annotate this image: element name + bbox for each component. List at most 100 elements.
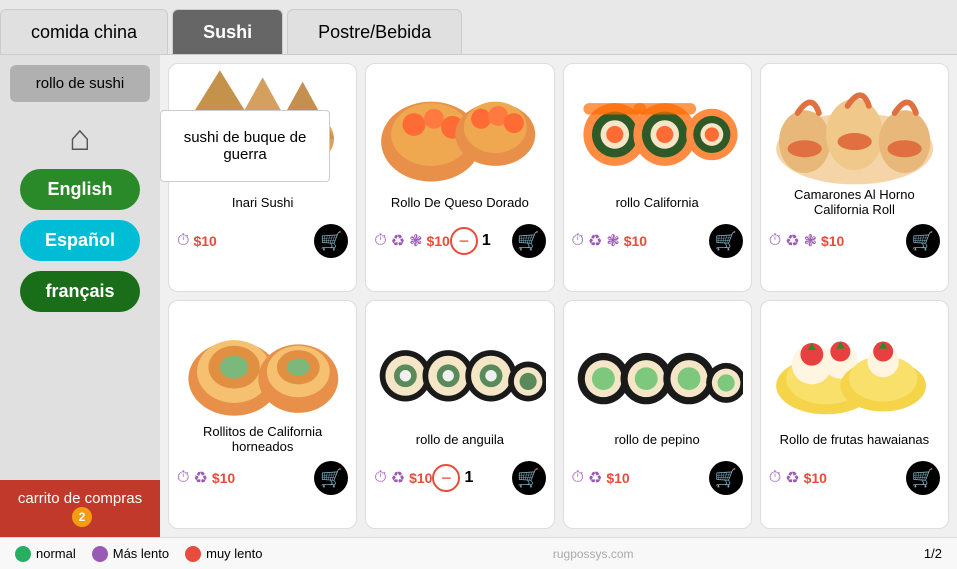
qty-control-anguila: − 1 bbox=[432, 464, 473, 492]
food-icons-anguila: ⏱ ♻ $10 bbox=[374, 468, 432, 488]
food-name-pepino: rollo de pepino bbox=[614, 423, 699, 455]
flower-icon-2: ❃ bbox=[409, 231, 422, 251]
speed-label-normal: normal bbox=[36, 546, 76, 561]
food-name-anguila: rollo de anguila bbox=[416, 423, 504, 455]
food-controls-queso: ⏱ ♻ ❃ $10 − 1 🛒 bbox=[374, 224, 545, 258]
add-to-cart-queso[interactable]: 🛒 bbox=[512, 224, 546, 258]
add-to-cart-california[interactable]: 🛒 bbox=[709, 224, 743, 258]
cart-button[interactable]: carrito de compras 2 bbox=[0, 480, 160, 537]
food-name-frutas: Rollo de frutas hawaianas bbox=[780, 423, 930, 455]
flower-icon-4: ❃ bbox=[804, 231, 817, 251]
food-name-california: rollo California bbox=[616, 186, 699, 218]
food-image-frutas bbox=[769, 309, 940, 419]
price-frutas: $10 bbox=[804, 470, 827, 486]
food-icons-queso: ⏱ ♻ ❃ $10 bbox=[374, 231, 450, 251]
food-controls-california: ⏱ ♻ ❃ $10 🛒 bbox=[572, 224, 743, 258]
subcategory-rollo-sushi[interactable]: rollo de sushi bbox=[10, 65, 150, 102]
add-to-cart-inari[interactable]: 🛒 bbox=[314, 224, 348, 258]
qty-minus-queso[interactable]: − bbox=[450, 227, 478, 255]
price-anguila: $10 bbox=[409, 470, 432, 486]
food-icons-rollitos: ⏱ ♻ $10 bbox=[177, 468, 235, 488]
recycle-icon-6: ♻ bbox=[391, 468, 405, 488]
dropdown-item-buque[interactable]: sushi de buque de guerra bbox=[161, 119, 329, 173]
recycle-icon-8: ♻ bbox=[785, 468, 799, 488]
food-image-queso bbox=[374, 72, 545, 182]
lang-espanol-button[interactable]: Español bbox=[20, 220, 140, 261]
clock-icon-2: ⏱ bbox=[374, 232, 386, 250]
food-image-anguila bbox=[374, 309, 545, 419]
food-card-frutas: Rollo de frutas hawaianas ⏱ ♻ $10 🛒 bbox=[760, 300, 949, 529]
speed-dot-normal bbox=[15, 546, 31, 562]
qty-num-queso: 1 bbox=[482, 232, 491, 250]
speed-dot-mas-lento bbox=[92, 546, 108, 562]
tab-comida-china[interactable]: comida china bbox=[0, 9, 168, 54]
food-controls-anguila: ⏱ ♻ $10 − 1 🛒 bbox=[374, 461, 545, 495]
food-controls-camarones: ⏱ ♻ ❃ $10 🛒 bbox=[769, 224, 940, 258]
food-image-pepino bbox=[572, 309, 743, 419]
cart-badge: 2 bbox=[72, 507, 92, 527]
food-card-rollitos: Rollitos de California horneados ⏱ ♻ $10… bbox=[168, 300, 357, 529]
speed-muy-lento: muy lento bbox=[185, 546, 262, 562]
food-icons-california: ⏱ ♻ ❃ $10 bbox=[572, 231, 648, 251]
food-card-camarones: Camarones Al Horno California Roll ⏱ ♻ ❃… bbox=[760, 63, 949, 292]
lang-english-button[interactable]: English bbox=[20, 169, 140, 210]
add-to-cart-camarones[interactable]: 🛒 bbox=[906, 224, 940, 258]
clock-icon-5: ⏱ bbox=[177, 469, 189, 487]
price-inari: $10 bbox=[193, 233, 216, 249]
qty-minus-anguila[interactable]: − bbox=[432, 464, 460, 492]
add-to-cart-frutas[interactable]: 🛒 bbox=[906, 461, 940, 495]
status-bar: normal Más lento muy lento rugpossys.com… bbox=[0, 537, 957, 569]
food-name-rollitos: Rollitos de California horneados bbox=[177, 423, 348, 455]
speed-label-mas-lento: Más lento bbox=[113, 546, 169, 561]
dropdown-menu: sushi de buque de guerra bbox=[160, 110, 330, 182]
tab-sushi[interactable]: Sushi bbox=[172, 9, 283, 54]
food-controls-frutas: ⏱ ♻ $10 🛒 bbox=[769, 461, 940, 495]
lang-francais-button[interactable]: français bbox=[20, 271, 140, 312]
clock-icon-3: ⏱ bbox=[572, 232, 584, 250]
food-image-rollitos bbox=[177, 309, 348, 419]
cart-label: carrito de compras bbox=[18, 490, 142, 507]
add-to-cart-anguila[interactable]: 🛒 bbox=[512, 461, 546, 495]
recycle-icon-2: ♻ bbox=[391, 231, 405, 251]
main-area: rollo de sushi ⌂ English Español françai… bbox=[0, 55, 957, 537]
clock-icon-6: ⏱ bbox=[374, 469, 386, 487]
recycle-icon-3: ♻ bbox=[588, 231, 602, 251]
sidebar: rollo de sushi ⌂ English Español françai… bbox=[0, 55, 160, 537]
price-rollitos: $10 bbox=[212, 470, 235, 486]
speed-mas-lento: Más lento bbox=[92, 546, 169, 562]
recycle-icon-5: ♻ bbox=[193, 468, 207, 488]
food-card-pepino: rollo de pepino ⏱ ♻ $10 🛒 bbox=[563, 300, 752, 529]
food-card-queso: Rollo De Queso Dorado ⏱ ♻ ❃ $10 − 1 🛒 bbox=[365, 63, 554, 292]
home-icon[interactable]: ⌂ bbox=[69, 117, 91, 159]
add-to-cart-pepino[interactable]: 🛒 bbox=[709, 461, 743, 495]
food-controls-inari: ⏱ $10 🛒 bbox=[177, 224, 348, 258]
food-controls-rollitos: ⏱ ♻ $10 🛒 bbox=[177, 461, 348, 495]
speed-normal: normal bbox=[15, 546, 76, 562]
food-name-inari: Inari Sushi bbox=[232, 186, 293, 218]
recycle-icon-7: ♻ bbox=[588, 468, 602, 488]
price-pepino: $10 bbox=[606, 470, 629, 486]
food-card-california: rollo California ⏱ ♻ ❃ $10 🛒 bbox=[563, 63, 752, 292]
food-name-camarones: Camarones Al Horno California Roll bbox=[769, 186, 940, 218]
food-image-camarones bbox=[769, 72, 940, 182]
speed-label-muy-lento: muy lento bbox=[206, 546, 262, 561]
food-icons-inari: ⏱ $10 bbox=[177, 232, 217, 250]
clock-icon-7: ⏱ bbox=[572, 469, 584, 487]
recycle-icon-4: ♻ bbox=[785, 231, 799, 251]
clock-icon: ⏱ bbox=[177, 232, 189, 250]
tab-postre[interactable]: Postre/Bebida bbox=[287, 9, 462, 54]
top-navigation: comida china Sushi Postre/Bebida bbox=[0, 0, 957, 55]
price-queso: $10 bbox=[426, 233, 449, 249]
food-controls-pepino: ⏱ ♻ $10 🛒 bbox=[572, 461, 743, 495]
speed-dot-muy-lento bbox=[185, 546, 201, 562]
clock-icon-8: ⏱ bbox=[769, 469, 781, 487]
add-to-cart-rollitos[interactable]: 🛒 bbox=[314, 461, 348, 495]
price-camarones: $10 bbox=[821, 233, 844, 249]
food-card-anguila: rollo de anguila ⏱ ♻ $10 − 1 🛒 bbox=[365, 300, 554, 529]
speed-indicators: normal Más lento muy lento bbox=[15, 546, 263, 562]
food-icons-camarones: ⏱ ♻ ❃ $10 bbox=[769, 231, 845, 251]
qty-control-queso: − 1 bbox=[450, 227, 491, 255]
price-california: $10 bbox=[624, 233, 647, 249]
clock-icon-4: ⏱ bbox=[769, 232, 781, 250]
page-number: 1/2 bbox=[924, 546, 942, 561]
